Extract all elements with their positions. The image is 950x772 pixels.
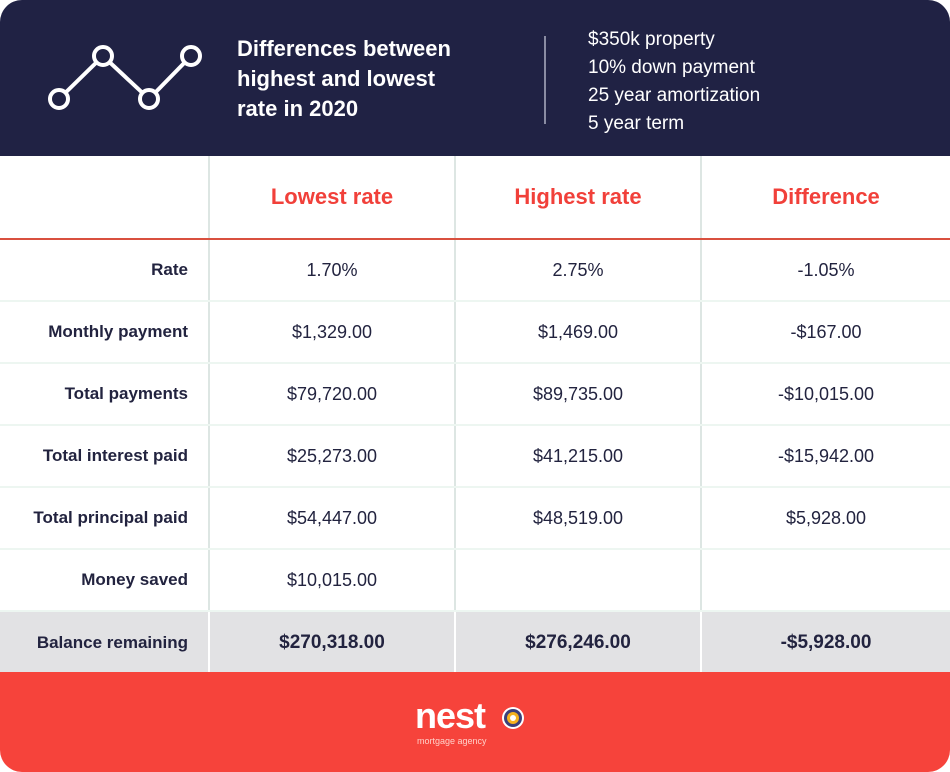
cell-highest: $276,246.00: [454, 611, 701, 673]
cell-highest: [454, 549, 701, 612]
row-label: Rate: [0, 239, 209, 302]
target-o-icon: [502, 707, 524, 729]
title-line: rate in 2020: [237, 96, 359, 121]
nesto-logo: nest mortgage agency: [415, 696, 535, 756]
row-label: Total payments: [0, 363, 209, 426]
spec-term: 5 year term: [588, 113, 685, 134]
table-row: Total interest paid $25,273.00 $41,215.0…: [0, 425, 950, 488]
logo-wordmark: nest: [415, 695, 486, 736]
row-label: Monthly payment: [0, 301, 209, 364]
line-chart-icon: [48, 45, 202, 110]
cell-lowest: $25,273.00: [208, 425, 455, 488]
table-row: Total principal paid $54,447.00 $48,519.…: [0, 487, 950, 550]
header-divider: [544, 36, 546, 124]
cell-lowest: $10,015.00: [208, 549, 455, 612]
comparison-table: Lowest rate Highest rate Difference Rate…: [0, 156, 950, 673]
page-title: Differences between highest and lowest r…: [237, 34, 527, 124]
title-line: highest and lowest: [237, 66, 436, 91]
cell-lowest: $270,318.00: [208, 611, 455, 673]
row-label: Total principal paid: [0, 487, 209, 550]
loan-specs: $350k property 10% down payment 25 year …: [588, 26, 760, 138]
infographic-card: Differences between highest and lowest r…: [0, 0, 950, 772]
row-label: Balance remaining: [0, 611, 209, 673]
footer-banner: nest mortgage agency: [0, 672, 950, 772]
cell-difference: -$15,942.00: [700, 425, 950, 488]
column-header-difference: Difference: [700, 156, 950, 240]
cell-lowest: $79,720.00: [208, 363, 455, 426]
column-header-empty: [0, 156, 209, 240]
logo-tagline: mortgage agency: [417, 736, 487, 746]
cell-highest: $48,519.00: [454, 487, 701, 550]
spec-property: $350k property: [588, 29, 715, 50]
row-label: Money saved: [0, 549, 209, 612]
cell-lowest: $1,329.00: [208, 301, 455, 364]
table-row: Money saved $10,015.00: [0, 549, 950, 612]
cell-difference: [700, 549, 950, 612]
spec-amortization: 25 year amortization: [588, 85, 761, 106]
cell-difference: $5,928.00: [700, 487, 950, 550]
row-label: Total interest paid: [0, 425, 209, 488]
cell-difference: -$10,015.00: [700, 363, 950, 426]
cell-difference: -$167.00: [700, 301, 950, 364]
cell-difference: -1.05%: [700, 239, 950, 302]
column-header-lowest: Lowest rate: [208, 156, 455, 240]
cell-highest: $89,735.00: [454, 363, 701, 426]
cell-difference: -$5,928.00: [700, 611, 950, 673]
spec-down-payment: 10% down payment: [588, 57, 755, 78]
table-row: Rate 1.70% 2.75% -1.05%: [0, 239, 950, 302]
column-header-highest: Highest rate: [454, 156, 701, 240]
title-line: Differences between: [237, 36, 451, 61]
table-header-row: Lowest rate Highest rate Difference: [0, 156, 950, 240]
cell-highest: 2.75%: [454, 239, 701, 302]
cell-lowest: 1.70%: [208, 239, 455, 302]
cell-highest: $41,215.00: [454, 425, 701, 488]
cell-highest: $1,469.00: [454, 301, 701, 364]
header-banner: Differences between highest and lowest r…: [0, 0, 950, 156]
cell-lowest: $54,447.00: [208, 487, 455, 550]
total-row: Balance remaining $270,318.00 $276,246.0…: [0, 611, 950, 673]
table-row: Monthly payment $1,329.00 $1,469.00 -$16…: [0, 301, 950, 364]
table-row: Total payments $79,720.00 $89,735.00 -$1…: [0, 363, 950, 426]
